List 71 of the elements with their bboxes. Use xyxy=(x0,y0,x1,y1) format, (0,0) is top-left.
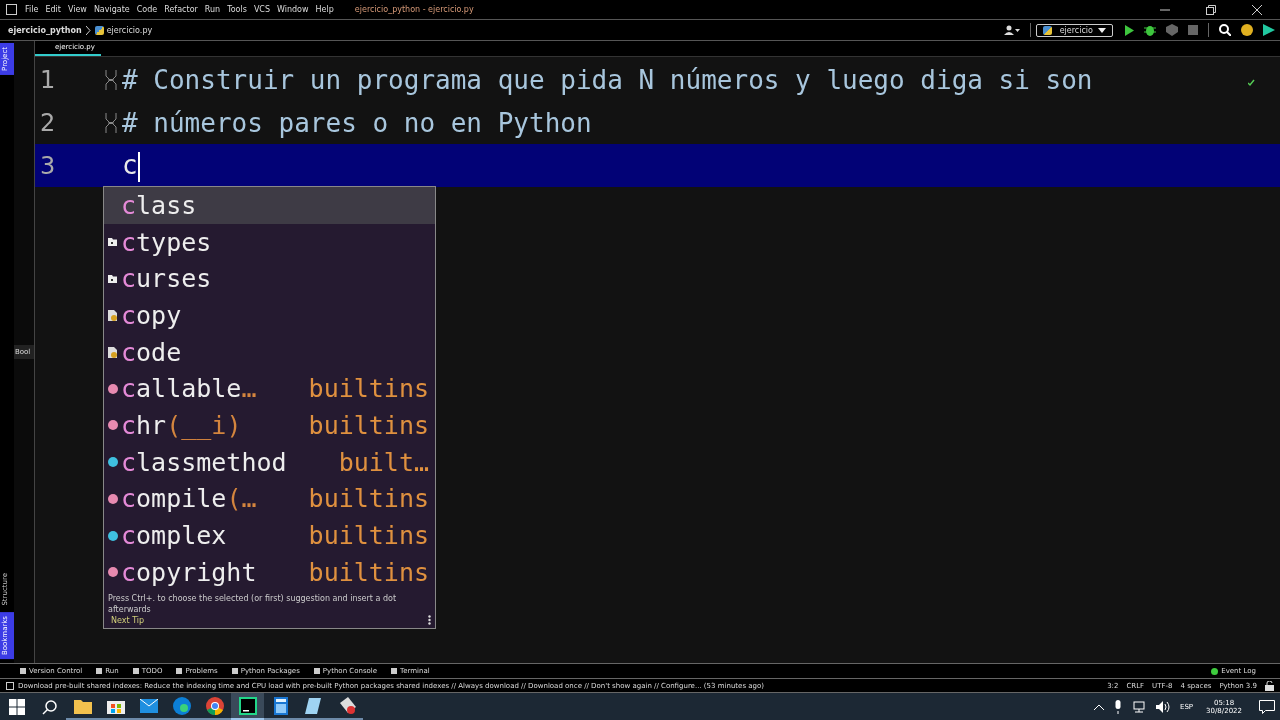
function-icon xyxy=(107,383,118,394)
function-icon xyxy=(107,567,118,578)
completion-item[interactable]: classmethod built… xyxy=(104,443,435,481)
tool-icon xyxy=(20,668,26,674)
completion-item[interactable]: compile(… builtins xyxy=(104,480,435,518)
tool-icon xyxy=(176,668,183,674)
fold-icon[interactable] xyxy=(103,112,119,133)
line-number: 1 xyxy=(39,65,57,94)
menu-item[interactable]: Help xyxy=(315,5,334,14)
tool-icon xyxy=(132,668,139,674)
network-icon[interactable] xyxy=(1132,700,1146,713)
code-line: # números pares o no en Python xyxy=(122,107,592,138)
menu-item[interactable]: Run xyxy=(204,5,221,14)
breadcrumb[interactable]: ejercicio_python xyxy=(8,25,82,35)
completion-item[interactable]: curses xyxy=(104,260,435,298)
completion-item[interactable]: copy xyxy=(104,297,435,334)
completion-item[interactable]: copyright builtins xyxy=(104,553,435,591)
completion-item[interactable]: complex builtins xyxy=(104,517,435,554)
class-icon xyxy=(107,457,118,468)
menu-item[interactable]: Refactor xyxy=(164,5,198,14)
run-configuration-dropdown[interactable]: ejercicio xyxy=(1035,23,1113,37)
app-logo-icon xyxy=(6,4,17,15)
menu-item[interactable]: Tools xyxy=(227,5,247,14)
chevron-up-icon[interactable] xyxy=(1094,703,1104,710)
user-icon[interactable] xyxy=(1003,25,1020,35)
lock-icon[interactable] xyxy=(1265,680,1274,691)
completion-item[interactable]: callable… builtins xyxy=(104,370,435,408)
status-icon xyxy=(6,681,14,690)
chevron-icon xyxy=(85,25,91,35)
class-icon xyxy=(107,530,118,541)
menu-item[interactable]: View xyxy=(67,5,87,14)
run-icon[interactable] xyxy=(1124,24,1134,36)
fold-icon[interactable] xyxy=(103,69,119,90)
next-tip-link[interactable]: Next Tip xyxy=(111,614,145,626)
line-number: 3 xyxy=(39,151,57,180)
python-file-icon xyxy=(107,309,118,321)
menu-item[interactable]: Edit xyxy=(45,5,61,14)
function-icon xyxy=(107,493,118,504)
folder-icon xyxy=(108,238,117,247)
function-icon xyxy=(107,420,118,431)
completion-item[interactable]: ctypes xyxy=(104,223,435,261)
search-icon[interactable] xyxy=(1219,24,1231,36)
completion-item[interactable]: chr(__i) builtins xyxy=(104,407,435,444)
notification-icon[interactable] xyxy=(1259,699,1275,714)
pycharm-app-icon[interactable] xyxy=(231,693,264,720)
breadcrumb[interactable]: ejercicio.py xyxy=(106,25,153,35)
menu-item[interactable]: File xyxy=(25,5,39,14)
line-number: 2 xyxy=(39,108,57,137)
menu-item[interactable]: Code xyxy=(136,5,158,14)
python-file-icon xyxy=(94,25,104,35)
logo-icon[interactable] xyxy=(1263,24,1275,36)
folder-icon xyxy=(108,274,117,283)
tool-icon xyxy=(96,668,103,674)
menu-item[interactable]: Window xyxy=(277,5,309,14)
code-line: c xyxy=(122,149,141,182)
hint-text: Press Ctrl+. to choose the selected (or first) suggestion and insert a dot afterwards xyxy=(108,592,398,615)
dropdown-arrow-icon[interactable] xyxy=(1098,27,1106,33)
completion-item[interactable]: code xyxy=(104,333,435,371)
volume-icon[interactable] xyxy=(1156,700,1170,713)
menu-item[interactable]: Navigate xyxy=(93,5,130,14)
tool-icon xyxy=(391,668,398,674)
bug-icon[interactable] xyxy=(1144,24,1156,36)
menu-item[interactable]: VCS xyxy=(253,5,270,14)
completion-item[interactable]: class xyxy=(104,187,435,224)
window-title: ejercicio_python - ejercicio.py xyxy=(354,5,474,14)
tool-icon xyxy=(231,668,238,674)
microphone-icon[interactable] xyxy=(1114,699,1122,714)
python-file-icon xyxy=(107,346,118,358)
code-line: # Construir un programa que pida N números y luego diga si son xyxy=(122,64,1093,95)
tool-icon xyxy=(313,668,320,674)
more-icon[interactable] xyxy=(428,615,431,626)
